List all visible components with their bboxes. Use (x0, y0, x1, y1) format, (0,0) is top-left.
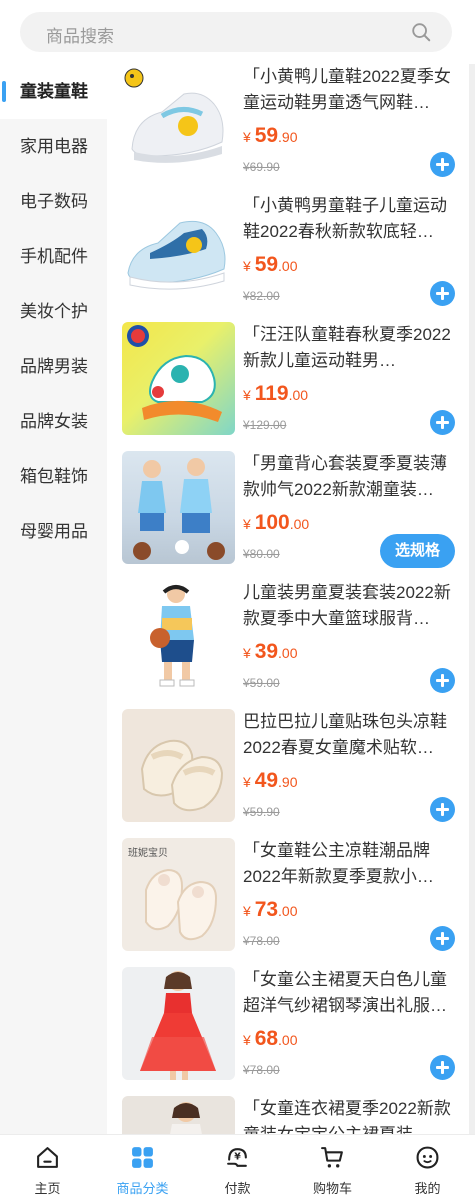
product-card[interactable]: 巴拉巴拉儿童贴珠包头凉鞋2022春夏女童魔术贴软… ¥ 49.90 ¥59.90 (107, 709, 469, 837)
original-price: ¥129.00 (243, 418, 287, 432)
original-price: ¥78.00 (243, 1063, 280, 1077)
product-card[interactable]: 「男童背心套装夏季夏装薄款帅气2022新款潮童装… ¥ 100.00 ¥80.0… (107, 451, 469, 579)
sidebar-item-phone-accessories[interactable]: 手机配件 (0, 229, 107, 284)
product-price: ¥ 39.00 (243, 640, 298, 663)
product-price: ¥ 119.00 (243, 382, 309, 405)
product-image[interactable] (122, 709, 235, 822)
product-image[interactable] (122, 451, 235, 564)
product-title[interactable]: 「女童公主裙夏天白色儿童超洋气纱裙钢琴演出礼服… (243, 967, 459, 1025)
product-title[interactable]: 「汪汪队童鞋春秋夏季2022新款儿童运动鞋男… (243, 322, 459, 380)
tab-categories[interactable]: 商品分类 (95, 1135, 190, 1204)
product-image[interactable] (122, 967, 235, 1080)
tab-label: 我的 (414, 1181, 441, 1196)
product-list: 「小黄鸭儿童鞋2022夏季女童运动鞋男童透气网鞋… ¥ 59.90 ¥69.90… (107, 64, 469, 1134)
sidebar-item-baby[interactable]: 母婴用品 (0, 504, 107, 559)
original-price: ¥82.00 (243, 289, 280, 303)
original-price: ¥78.00 (243, 934, 280, 948)
sidebar-item-appliances[interactable]: 家用电器 (0, 119, 107, 174)
product-card[interactable]: 班妮宝贝 「女童鞋公主凉鞋潮品牌2022年新款夏季夏款小… ¥ 73.00 ¥7… (107, 838, 469, 966)
tab-label: 商品分类 (116, 1181, 169, 1196)
sidebar-item-womenswear[interactable]: 品牌女装 (0, 394, 107, 449)
search-bar-container: 商品搜索 (0, 0, 475, 64)
category-sidebar: 童装童鞋 家用电器 电子数码 手机配件 美妆个护 品牌男装 品牌女装 箱包鞋饰 … (0, 64, 107, 1134)
original-price: ¥80.00 (243, 547, 280, 561)
product-title[interactable]: 巴拉巴拉儿童贴珠包头凉鞋2022春夏女童魔术贴软… (243, 709, 459, 767)
profile-icon (416, 1146, 439, 1169)
add-to-cart-button[interactable] (430, 797, 455, 822)
category-grid-icon (132, 1147, 153, 1168)
product-title[interactable]: 「男童背心套装夏季夏装薄款帅气2022新款潮童装… (243, 451, 459, 509)
add-to-cart-button[interactable] (430, 281, 455, 306)
add-to-cart-button[interactable] (430, 668, 455, 693)
product-card[interactable]: 「小黄鸭儿童鞋2022夏季女童运动鞋男童透气网鞋… ¥ 59.90 ¥69.90 (107, 64, 469, 192)
product-price: ¥ 59.00 (243, 253, 298, 276)
product-title[interactable]: 「小黄鸭男童鞋子儿童运动鞋2022春秋新款软底轻… (243, 193, 459, 251)
add-to-cart-button[interactable] (430, 410, 455, 435)
tab-cart[interactable]: 购物车 (285, 1135, 380, 1204)
tab-label: 付款 (224, 1181, 251, 1196)
product-title[interactable]: 「女童连衣裙夏季2022新款童装女宝宝公主裙夏装… (243, 1096, 459, 1134)
product-card[interactable]: 「女童连衣裙夏季2022新款童装女宝宝公主裙夏装… (107, 1096, 469, 1134)
tab-payment[interactable]: ¥ 付款 (190, 1135, 285, 1204)
home-icon (37, 1147, 58, 1168)
product-card[interactable]: 儿童装男童夏装套装2022新款夏季中大童篮球服背… ¥ 39.00 ¥59.00 (107, 580, 469, 708)
product-price: ¥ 59.90 (243, 124, 298, 147)
sidebar-item-kids-clothing[interactable]: 童装童鞋 (0, 64, 107, 119)
product-image[interactable] (122, 580, 235, 693)
product-card[interactable]: 「女童公主裙夏天白色儿童超洋气纱裙钢琴演出礼服… ¥ 68.00 ¥78.00 (107, 967, 469, 1095)
product-card[interactable]: 「小黄鸭男童鞋子儿童运动鞋2022春秋新款软底轻… ¥ 59.00 ¥82.00 (107, 193, 469, 321)
sidebar-item-electronics[interactable]: 电子数码 (0, 174, 107, 229)
product-image[interactable]: 班妮宝贝 (122, 838, 235, 951)
search-input[interactable]: 商品搜索 (20, 12, 452, 52)
sidebar-item-menswear[interactable]: 品牌男装 (0, 339, 107, 394)
product-image[interactable] (122, 322, 235, 435)
original-price: ¥59.90 (243, 805, 280, 819)
original-price: ¥59.00 (243, 676, 280, 690)
add-to-cart-button[interactable] (430, 152, 455, 177)
sidebar-item-bags-shoes[interactable]: 箱包鞋饰 (0, 449, 107, 504)
tab-label: 主页 (34, 1181, 61, 1196)
bottom-tab-bar: 主页 商品分类 ¥ 付款 购物车 我的 (0, 1134, 475, 1204)
add-to-cart-button[interactable] (430, 1055, 455, 1080)
product-image[interactable] (122, 64, 235, 177)
search-icon[interactable] (410, 21, 432, 43)
choose-spec-button[interactable]: 选规格 (380, 534, 455, 568)
search-placeholder: 商品搜索 (46, 27, 114, 46)
product-price: ¥ 73.00 (243, 898, 298, 921)
svg-text:¥: ¥ (234, 1152, 241, 1163)
category-page: 商品搜索 童装童鞋 家用电器 电子数码 手机配件 美妆个护 品牌男装 品牌女装 … (0, 0, 475, 1204)
product-title[interactable]: 「女童鞋公主凉鞋潮品牌2022年新款夏季夏款小… (243, 838, 459, 896)
scroll-track (469, 64, 475, 1134)
tab-home[interactable]: 主页 (0, 1135, 95, 1204)
product-price: ¥ 68.00 (243, 1027, 298, 1050)
product-title[interactable]: 「小黄鸭儿童鞋2022夏季女童运动鞋男童透气网鞋… (243, 64, 459, 122)
product-price: ¥ 100.00 (243, 511, 310, 534)
sidebar-item-beauty[interactable]: 美妆个护 (0, 284, 107, 339)
product-image[interactable] (122, 193, 235, 306)
tab-profile[interactable]: 我的 (380, 1135, 475, 1204)
product-image[interactable] (122, 1096, 235, 1134)
tab-label: 购物车 (312, 1181, 352, 1196)
add-to-cart-button[interactable] (430, 926, 455, 951)
payment-icon: ¥ (227, 1148, 247, 1167)
cart-icon (321, 1147, 343, 1168)
product-card[interactable]: 「汪汪队童鞋春秋夏季2022新款儿童运动鞋男… ¥ 119.00 ¥129.00 (107, 322, 469, 450)
original-price: ¥69.90 (243, 160, 280, 174)
product-title[interactable]: 儿童装男童夏装套装2022新款夏季中大童篮球服背… (243, 580, 459, 638)
product-price: ¥ 49.90 (243, 769, 298, 792)
